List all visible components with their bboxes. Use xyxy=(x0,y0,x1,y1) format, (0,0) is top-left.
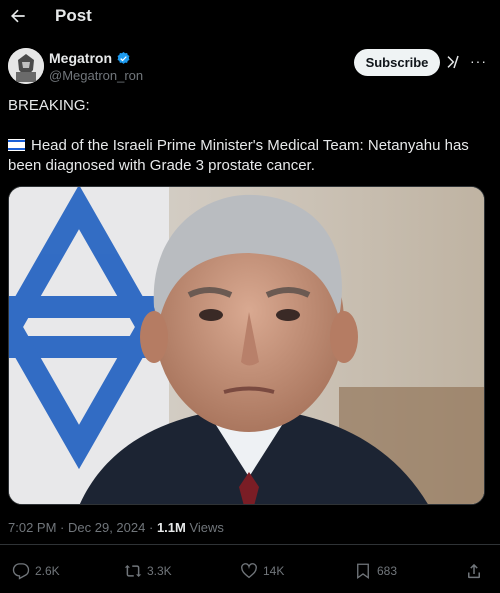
repost-button[interactable]: 3.3K xyxy=(124,562,172,580)
post-text-body: Head of the Israeli Prime Minister's Med… xyxy=(8,136,483,176)
like-count: 14K xyxy=(263,564,285,578)
post-text-line-1: BREAKING: xyxy=(8,97,90,114)
reply-button[interactable]: 2.6K xyxy=(12,562,60,580)
post-text-line-2: Head of the Israeli Prime Minister's Med… xyxy=(8,137,469,174)
more-icon[interactable]: ··· xyxy=(470,53,487,69)
post-time[interactable]: 7:02 PM xyxy=(8,520,56,535)
like-icon xyxy=(241,563,257,579)
page-title: Post xyxy=(55,6,92,25)
post-image[interactable] xyxy=(8,186,485,505)
bookmark-icon xyxy=(357,563,369,580)
top-bar: Post xyxy=(0,0,500,36)
meta-separator: · xyxy=(60,520,65,535)
views-label: Views xyxy=(189,520,224,535)
author-display-name[interactable]: Megatron xyxy=(49,50,112,66)
post-photo-illustration xyxy=(9,187,484,504)
post-date[interactable]: Dec 29, 2024 xyxy=(68,520,145,535)
share-icon xyxy=(468,563,480,579)
avatar[interactable] xyxy=(8,48,44,84)
reply-icon xyxy=(12,563,30,580)
views-count: 1.1M xyxy=(156,520,186,535)
bookmark-button[interactable]: 683 xyxy=(354,562,397,580)
repost-count: 3.3K xyxy=(147,564,172,578)
meta-separator: · xyxy=(148,520,154,535)
divider xyxy=(0,544,500,545)
verified-badge-icon xyxy=(117,51,130,64)
repost-icon xyxy=(124,565,142,577)
bookmark-count: 683 xyxy=(377,564,398,578)
subscribe-button[interactable]: Subscribe xyxy=(354,49,440,76)
share-button[interactable] xyxy=(465,562,483,580)
grok-icon[interactable] xyxy=(446,54,462,70)
israel-flag-icon xyxy=(8,139,25,151)
like-button[interactable]: 14K xyxy=(240,562,284,580)
reply-count: 2.6K xyxy=(35,564,60,578)
post-meta: 7:02 PM · Dec 29, 2024 · 1.1M Views xyxy=(8,520,224,535)
back-arrow-icon[interactable] xyxy=(8,6,28,26)
author-handle[interactable]: @Megatron_ron xyxy=(49,68,143,83)
author-name-row: Megatron xyxy=(49,50,131,66)
